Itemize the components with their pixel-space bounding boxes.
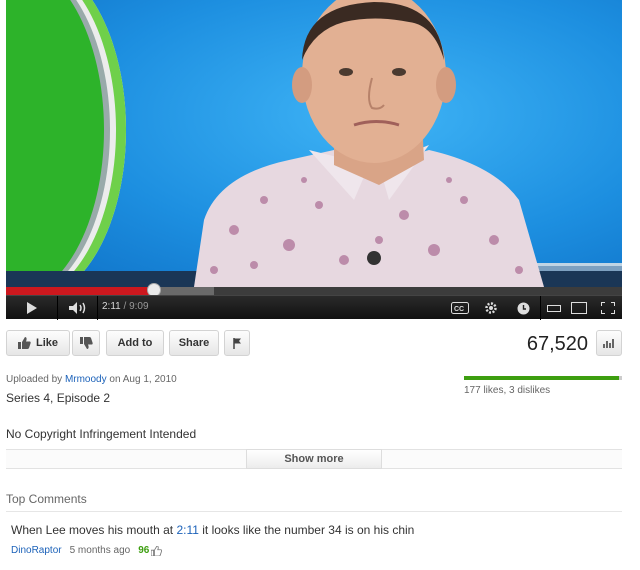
watch-later-button[interactable] — [508, 296, 538, 320]
show-more-button[interactable]: Show more — [246, 449, 382, 469]
timecode: 2:11 / 9:09 — [102, 301, 149, 312]
thumbs-up-icon[interactable] — [151, 545, 163, 556]
stats-button[interactable] — [596, 330, 622, 356]
thumbs-down-icon — [79, 337, 93, 349]
add-to-button[interactable]: Add to — [106, 330, 164, 356]
volume-button[interactable] — [58, 296, 98, 320]
dislike-button[interactable] — [72, 330, 100, 356]
upload-date: on Aug 1, 2010 — [109, 374, 177, 385]
comment-text-before: When Lee moves his mouth at — [11, 523, 174, 537]
duration: 9:09 — [129, 301, 149, 312]
volume-icon — [68, 302, 85, 314]
gear-icon — [485, 302, 497, 314]
comment-score-value: 96 — [138, 545, 150, 556]
comment-age: 5 months ago — [69, 545, 131, 556]
comment-score: 96 — [138, 545, 163, 556]
comment-text-after: it looks like the number 34 is on his ch… — [202, 523, 415, 537]
like-ratio-bar — [464, 376, 622, 380]
time-separator: / — [120, 301, 130, 312]
like-ratio-fill — [464, 376, 620, 380]
small-player-icon — [546, 305, 561, 312]
small-player-button[interactable] — [540, 296, 566, 320]
upload-info: Uploaded by Mrmoody on Aug 1, 2010 — [6, 374, 177, 385]
thumbs-up-icon — [17, 337, 31, 349]
captions-button[interactable]: CC — [446, 296, 474, 320]
share-label: Share — [178, 337, 210, 349]
progress-loaded — [154, 287, 214, 295]
settings-button[interactable] — [476, 296, 506, 320]
comment-text: When Lee moves his mouth at 2:11 it look… — [11, 523, 414, 537]
flag-icon — [232, 337, 241, 349]
video-frame[interactable] — [6, 0, 622, 287]
share-button[interactable]: Share — [169, 330, 219, 356]
flag-button[interactable] — [224, 330, 250, 356]
uploader-link[interactable]: Mrmoody — [65, 374, 107, 385]
comments-divider — [6, 511, 622, 512]
video-person — [194, 0, 544, 287]
uploaded-prefix: Uploaded by — [6, 374, 63, 385]
large-player-button[interactable] — [566, 296, 592, 320]
current-time: 2:11 — [102, 301, 121, 312]
comment-timestamp-link[interactable]: 2:11 — [176, 523, 198, 537]
add-to-label: Add to — [117, 337, 153, 349]
large-player-icon — [571, 302, 587, 314]
likes-dislikes-count: 177 likes, 3 dislikes — [464, 385, 551, 396]
play-icon — [26, 302, 37, 314]
player-controls: 2:11 / 9:09 CC — [6, 295, 622, 320]
comment-author-link[interactable]: DinoRaptor — [11, 545, 62, 556]
progress-bar[interactable] — [6, 283, 622, 297]
play-button[interactable] — [6, 296, 58, 320]
show-more-bar: Show more — [6, 449, 622, 469]
comment-meta: DinoRaptor 5 months ago 96 — [11, 545, 163, 556]
fullscreen-icon — [601, 302, 615, 314]
video-description: No Copyright Infringement Intended — [6, 427, 197, 441]
svg-text:CC: CC — [454, 306, 464, 313]
stats-icon — [603, 339, 614, 348]
like-label: Like — [35, 337, 58, 349]
clock-icon — [517, 302, 529, 314]
cc-icon: CC — [451, 302, 469, 314]
fullscreen-button[interactable] — [594, 296, 622, 320]
view-count: 67,520 — [526, 333, 588, 355]
video-subtitle: Series 4, Episode 2 — [6, 391, 111, 405]
like-button[interactable]: Like — [6, 330, 70, 356]
comments-heading: Top Comments — [6, 492, 87, 506]
progress-played — [6, 287, 154, 295]
